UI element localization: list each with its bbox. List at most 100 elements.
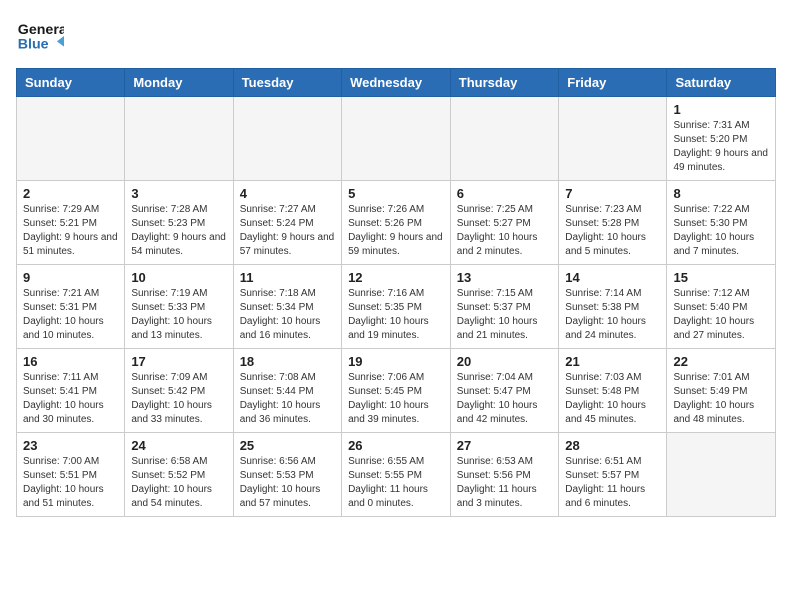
day-number: 13 xyxy=(457,270,553,285)
day-number: 9 xyxy=(23,270,118,285)
calendar-cell: 22Sunrise: 7:01 AM Sunset: 5:49 PM Dayli… xyxy=(667,349,776,433)
calendar-cell: 18 Sunrise: 7:08 AM Sunset: 5:44 PM Dayli… xyxy=(233,349,341,433)
day-number: 11 xyxy=(240,270,335,285)
day-info: Sunrise: 7:18 AM Sunset: 5:34 PM Dayligh… xyxy=(240,287,335,343)
calendar-cell: 9 Sunrise: 7:21 AM Sunset: 5:31 PM Daylig… xyxy=(17,265,125,349)
day-info: Sunrise: 7:09 AM Sunset: 5:42 PM Dayligh… xyxy=(131,371,226,427)
day-number: 20 xyxy=(457,354,553,369)
calendar-cell: 14 Sunrise: 7:14 AM Sunset: 5:38 PM Dayli… xyxy=(559,265,667,349)
calendar-cell: 7Sunrise: 7:23 AM Sunset: 5:28 PM Daylig… xyxy=(559,181,667,265)
calendar-cell: 13 Sunrise: 7:15 AM Sunset: 5:37 PM Dayli… xyxy=(450,265,559,349)
weekday-header-monday: Monday xyxy=(125,69,233,97)
day-number: 7 xyxy=(565,186,660,201)
calendar-cell: 26 Sunrise: 6:55 AM Sunset: 5:55 PM Dayli… xyxy=(342,433,451,517)
day-number: 1 xyxy=(673,102,769,117)
day-info: Sunrise: 7:26 AM Sunset: 5:26 PM Dayligh… xyxy=(348,203,444,259)
weekday-header-row: SundayMondayTuesdayWednesdayThursdayFrid… xyxy=(17,69,776,97)
day-number: 3 xyxy=(131,186,226,201)
calendar-cell xyxy=(559,97,667,181)
calendar-cell xyxy=(450,97,559,181)
weekday-header-saturday: Saturday xyxy=(667,69,776,97)
calendar-week-row: 16 Sunrise: 7:11 AM Sunset: 5:41 PM Dayli… xyxy=(17,349,776,433)
day-number: 19 xyxy=(348,354,444,369)
calendar-cell: 1 Sunrise: 7:31 AM Sunset: 5:20 PM Daylig… xyxy=(667,97,776,181)
svg-text:Blue: Blue xyxy=(18,36,49,52)
calendar-cell: 25 Sunrise: 6:56 AM Sunset: 5:53 PM Dayli… xyxy=(233,433,341,517)
calendar-cell: 28 Sunrise: 6:51 AM Sunset: 5:57 PM Dayli… xyxy=(559,433,667,517)
day-info: Sunrise: 6:53 AM Sunset: 5:56 PM Dayligh… xyxy=(457,455,553,511)
page-header: General Blue xyxy=(16,16,776,56)
calendar-cell xyxy=(233,97,341,181)
weekday-header-sunday: Sunday xyxy=(17,69,125,97)
calendar-week-row: 23 Sunrise: 7:00 AM Sunset: 5:51 PM Dayli… xyxy=(17,433,776,517)
day-info: Sunrise: 7:08 AM Sunset: 5:44 PM Dayligh… xyxy=(240,371,335,427)
day-info: Sunrise: 7:14 AM Sunset: 5:38 PM Dayligh… xyxy=(565,287,660,343)
calendar-cell: 24 Sunrise: 6:58 AM Sunset: 5:52 PM Dayli… xyxy=(125,433,233,517)
day-number: 21 xyxy=(565,354,660,369)
day-number: 24 xyxy=(131,438,226,453)
day-number: 8 xyxy=(673,186,769,201)
day-info: Sunrise: 7:29 AM Sunset: 5:21 PM Dayligh… xyxy=(23,203,118,259)
calendar-week-row: 2 Sunrise: 7:29 AM Sunset: 5:21 PM Daylig… xyxy=(17,181,776,265)
day-info: Sunrise: 7:25 AM Sunset: 5:27 PM Dayligh… xyxy=(457,203,553,259)
calendar-cell xyxy=(342,97,451,181)
day-number: 10 xyxy=(131,270,226,285)
day-info: Sunrise: 7:04 AM Sunset: 5:47 PM Dayligh… xyxy=(457,371,553,427)
day-number: 27 xyxy=(457,438,553,453)
day-number: 22 xyxy=(673,354,769,369)
day-info: Sunrise: 7:03 AM Sunset: 5:48 PM Dayligh… xyxy=(565,371,660,427)
calendar-cell xyxy=(17,97,125,181)
calendar-table: SundayMondayTuesdayWednesdayThursdayFrid… xyxy=(16,68,776,517)
day-number: 15 xyxy=(673,270,769,285)
calendar-week-row: 9 Sunrise: 7:21 AM Sunset: 5:31 PM Daylig… xyxy=(17,265,776,349)
day-info: Sunrise: 7:15 AM Sunset: 5:37 PM Dayligh… xyxy=(457,287,553,343)
calendar-cell: 15 Sunrise: 7:12 AM Sunset: 5:40 PM Dayli… xyxy=(667,265,776,349)
day-number: 14 xyxy=(565,270,660,285)
day-info: Sunrise: 6:51 AM Sunset: 5:57 PM Dayligh… xyxy=(565,455,660,511)
day-info: Sunrise: 6:55 AM Sunset: 5:55 PM Dayligh… xyxy=(348,455,444,511)
calendar-cell xyxy=(667,433,776,517)
calendar-cell: 12 Sunrise: 7:16 AM Sunset: 5:35 PM Dayli… xyxy=(342,265,451,349)
calendar-cell: 3 Sunrise: 7:28 AM Sunset: 5:23 PM Daylig… xyxy=(125,181,233,265)
logo-icon: General Blue xyxy=(16,16,64,56)
calendar-cell: 27 Sunrise: 6:53 AM Sunset: 5:56 PM Dayli… xyxy=(450,433,559,517)
day-number: 26 xyxy=(348,438,444,453)
day-info: Sunrise: 7:16 AM Sunset: 5:35 PM Dayligh… xyxy=(348,287,444,343)
day-info: Sunrise: 7:06 AM Sunset: 5:45 PM Dayligh… xyxy=(348,371,444,427)
day-info: Sunrise: 7:28 AM Sunset: 5:23 PM Dayligh… xyxy=(131,203,226,259)
day-info: Sunrise: 7:27 AM Sunset: 5:24 PM Dayligh… xyxy=(240,203,335,259)
weekday-header-friday: Friday xyxy=(559,69,667,97)
day-number: 16 xyxy=(23,354,118,369)
day-number: 4 xyxy=(240,186,335,201)
day-info: Sunrise: 6:56 AM Sunset: 5:53 PM Dayligh… xyxy=(240,455,335,511)
weekday-header-tuesday: Tuesday xyxy=(233,69,341,97)
calendar-cell: 23 Sunrise: 7:00 AM Sunset: 5:51 PM Dayli… xyxy=(17,433,125,517)
calendar-cell: 17 Sunrise: 7:09 AM Sunset: 5:42 PM Dayli… xyxy=(125,349,233,433)
day-info: Sunrise: 7:31 AM Sunset: 5:20 PM Dayligh… xyxy=(673,119,769,175)
calendar-week-row: 1 Sunrise: 7:31 AM Sunset: 5:20 PM Daylig… xyxy=(17,97,776,181)
day-number: 28 xyxy=(565,438,660,453)
day-number: 25 xyxy=(240,438,335,453)
day-number: 23 xyxy=(23,438,118,453)
day-info: Sunrise: 7:21 AM Sunset: 5:31 PM Dayligh… xyxy=(23,287,118,343)
day-info: Sunrise: 6:58 AM Sunset: 5:52 PM Dayligh… xyxy=(131,455,226,511)
day-number: 6 xyxy=(457,186,553,201)
day-info: Sunrise: 7:11 AM Sunset: 5:41 PM Dayligh… xyxy=(23,371,118,427)
day-number: 18 xyxy=(240,354,335,369)
calendar-cell: 19 Sunrise: 7:06 AM Sunset: 5:45 PM Dayli… xyxy=(342,349,451,433)
day-number: 17 xyxy=(131,354,226,369)
day-info: Sunrise: 7:00 AM Sunset: 5:51 PM Dayligh… xyxy=(23,455,118,511)
calendar-cell: 6 Sunrise: 7:25 AM Sunset: 5:27 PM Daylig… xyxy=(450,181,559,265)
calendar-cell: 11 Sunrise: 7:18 AM Sunset: 5:34 PM Dayli… xyxy=(233,265,341,349)
day-number: 5 xyxy=(348,186,444,201)
calendar-cell: 21 Sunrise: 7:03 AM Sunset: 5:48 PM Dayli… xyxy=(559,349,667,433)
calendar-cell: 16 Sunrise: 7:11 AM Sunset: 5:41 PM Dayli… xyxy=(17,349,125,433)
day-number: 12 xyxy=(348,270,444,285)
calendar-cell: 8 Sunrise: 7:22 AM Sunset: 5:30 PM Daylig… xyxy=(667,181,776,265)
weekday-header-thursday: Thursday xyxy=(450,69,559,97)
calendar-cell: 20 Sunrise: 7:04 AM Sunset: 5:47 PM Dayli… xyxy=(450,349,559,433)
calendar-cell xyxy=(125,97,233,181)
day-info: Sunrise: 7:12 AM Sunset: 5:40 PM Dayligh… xyxy=(673,287,769,343)
day-info: Sunrise: 7:22 AM Sunset: 5:30 PM Dayligh… xyxy=(673,203,769,259)
day-number: 2 xyxy=(23,186,118,201)
